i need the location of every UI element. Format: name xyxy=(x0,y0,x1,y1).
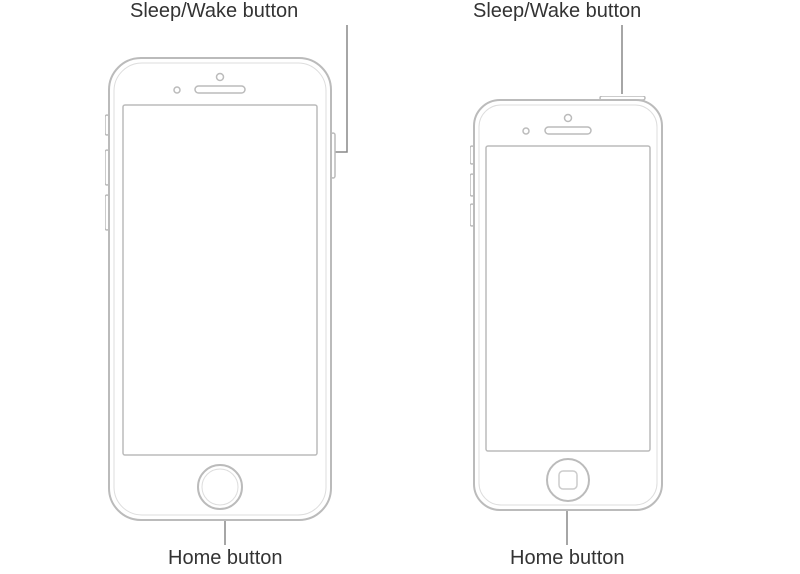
phone-illustration-2 xyxy=(470,96,670,516)
phone-illustration-1 xyxy=(105,55,345,535)
